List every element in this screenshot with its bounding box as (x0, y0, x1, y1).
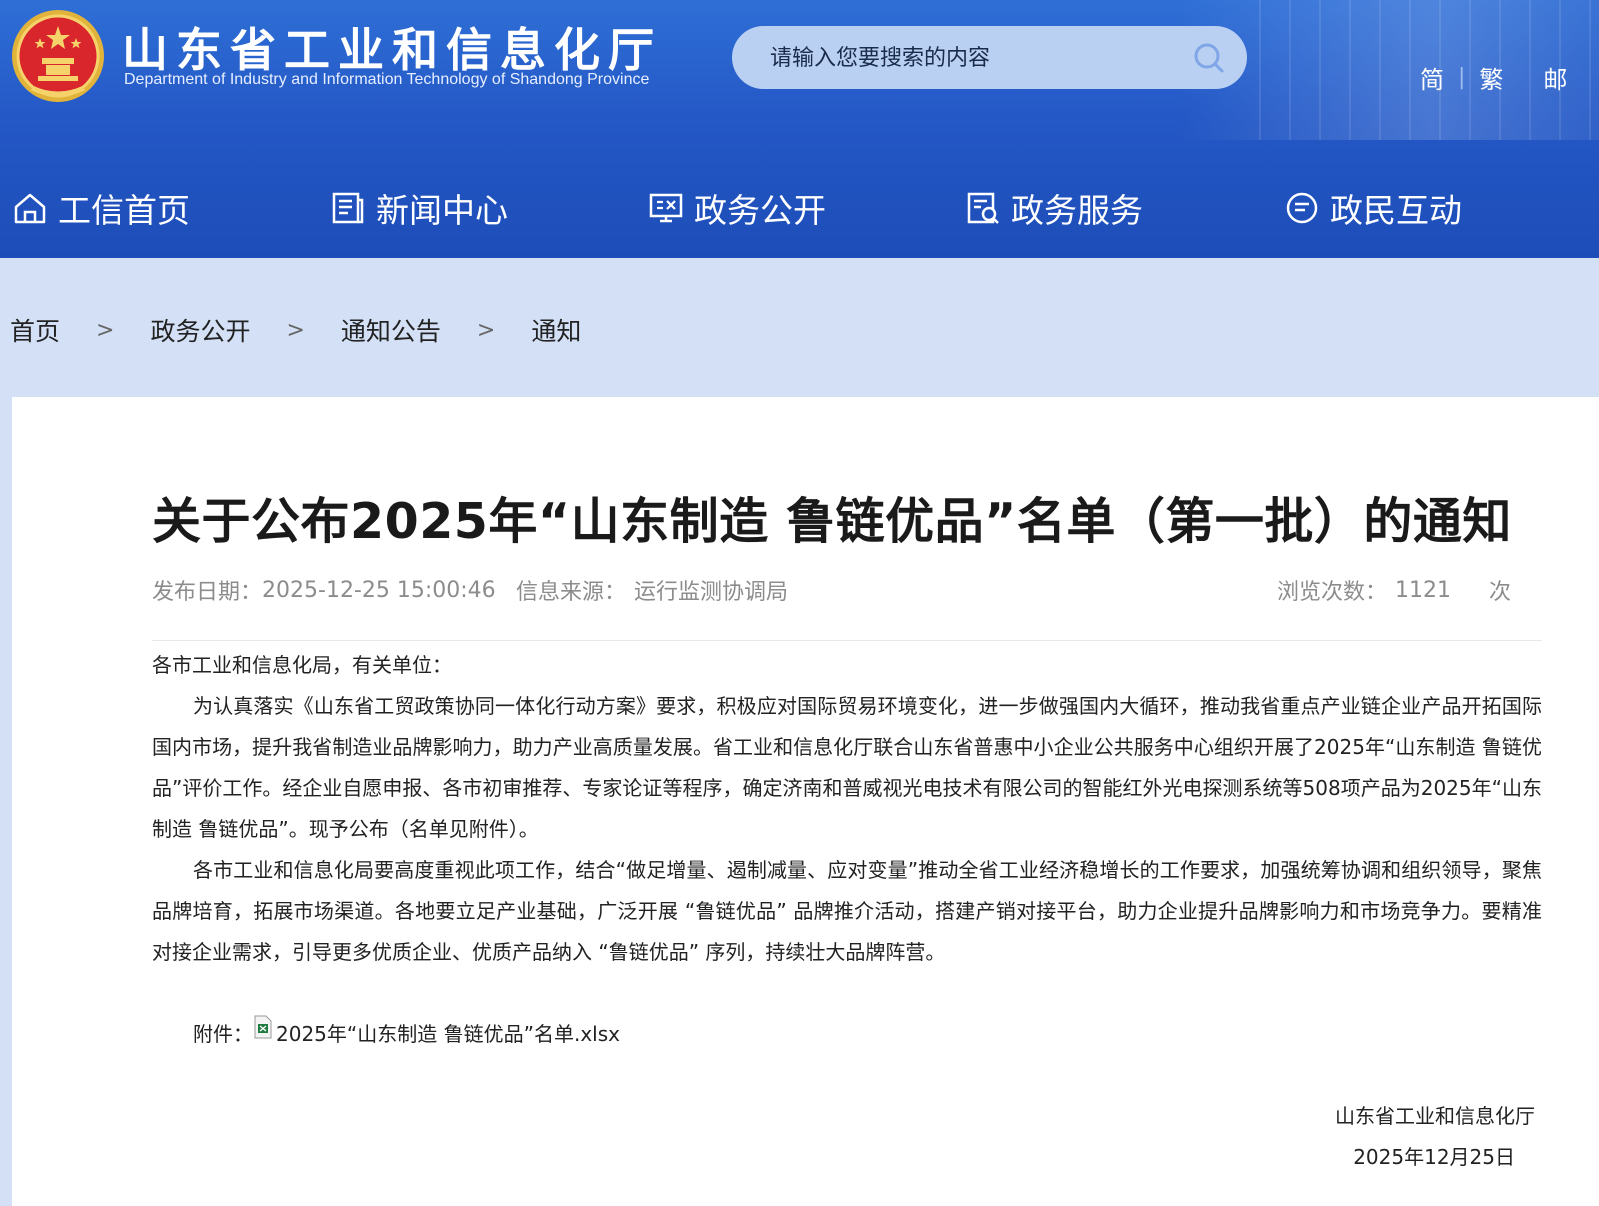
service-icon (967, 192, 999, 224)
publish-date-meta: 发布日期： 2025-12-25 15:00:46 (152, 572, 496, 608)
lang-traditional-link[interactable]: 繁 (1479, 60, 1503, 95)
nav-item-label: 政民互动 (1330, 191, 1462, 230)
lang-separator: | (1458, 64, 1466, 90)
body-paragraph: 为认真落实《山东省工贸政策协同一体化行动方案》要求，积极应对国际贸易环境变化，进… (152, 694, 1542, 841)
news-icon (332, 192, 364, 224)
nav-item-gov-affairs[interactable]: 政务公开 (648, 168, 826, 248)
nav-item-interaction[interactable]: 政民互动 (1284, 168, 1462, 248)
attachment-label: 附件： (193, 1021, 253, 1046)
body-paragraph: 各市工业和信息化局要高度重视此项工作，结合“做足增量、遏制减量、应对变量”推动全… (152, 858, 1542, 964)
meta-divider (152, 640, 1542, 641)
attachment-row: 附件： 2025年“山东制造 鲁链优品”名单.xlsx (193, 1012, 620, 1052)
nav-item-label: 政务公开 (694, 191, 826, 230)
breadcrumb: 首页 > 政务公开 > 通知公告 > 通知 (10, 312, 581, 348)
breadcrumb-separator: > (476, 317, 496, 343)
views-meta: 浏览次数： 1121 次 (1277, 572, 1511, 608)
nav-item-label: 政务服务 (1011, 191, 1143, 230)
monitor-icon (649, 193, 683, 223)
article-body: 各市工业和信息化局，有关单位： 为认真落实《山东省工贸政策协同一体化行动方案》要… (152, 645, 1542, 973)
views-label: 浏览次数： (1277, 580, 1388, 605)
publish-date-label: 发布日期： (152, 580, 263, 605)
site-header: 山东省工业和信息化厅 Department of Industry and In… (0, 0, 1599, 258)
lang-simplified-link[interactable]: 简 (1420, 60, 1444, 95)
excel-file-icon (254, 1015, 272, 1039)
site-subtitle: Department of Industry and Information T… (124, 71, 650, 88)
home-icon (14, 193, 46, 224)
views-unit: 次 (1489, 580, 1512, 605)
main-nav: 工信首页 新闻中心 政务公开 政务服务 政民互动 (0, 168, 1599, 248)
attachment-link[interactable]: 2025年“山东制造 鲁链优品”名单.xlsx (276, 1018, 620, 1047)
signature-organization: 山东省工业和信息化厅 (1335, 1104, 1535, 1128)
nav-item-news[interactable]: 新闻中心 (330, 168, 508, 248)
chat-icon (1286, 192, 1318, 224)
search-button[interactable] (1189, 38, 1229, 78)
breadcrumb-announcements[interactable]: 通知公告 (341, 312, 441, 348)
breadcrumb-separator: > (286, 317, 305, 343)
search-input[interactable] (768, 26, 1172, 91)
search-icon (1194, 43, 1224, 73)
national-emblem-icon (12, 10, 104, 102)
views-count: 1121 (1395, 577, 1452, 603)
publish-date-value: 2025-12-25 15:00:46 (262, 577, 496, 603)
mail-link[interactable]: 邮 (1543, 60, 1567, 95)
breadcrumb-notice[interactable]: 通知 (531, 312, 581, 348)
signature-date: 2025年12月25日 (1353, 1145, 1515, 1169)
search-box (732, 26, 1247, 91)
source-value: 运行监测协调局 (634, 580, 789, 605)
nav-item-gov-services[interactable]: 政务服务 (965, 168, 1143, 248)
nav-item-label: 新闻中心 (376, 191, 508, 230)
breadcrumb-home[interactable]: 首页 (10, 312, 60, 348)
language-switcher: 简 | 繁 邮 (1420, 60, 1567, 94)
breadcrumb-separator: > (96, 317, 115, 343)
salutation: 各市工业和信息化局，有关单位： (152, 653, 452, 677)
article-title: 关于公布2025年“山东制造 鲁链优品”名单（第一批）的通知 (152, 493, 1512, 550)
source-label: 信息来源： (516, 580, 627, 605)
nav-item-label: 工信首页 (58, 191, 190, 230)
nav-item-home[interactable]: 工信首页 (12, 168, 190, 248)
breadcrumb-gov-affairs[interactable]: 政务公开 (150, 312, 250, 348)
source-meta: 信息来源： 运行监测协调局 (516, 572, 788, 608)
